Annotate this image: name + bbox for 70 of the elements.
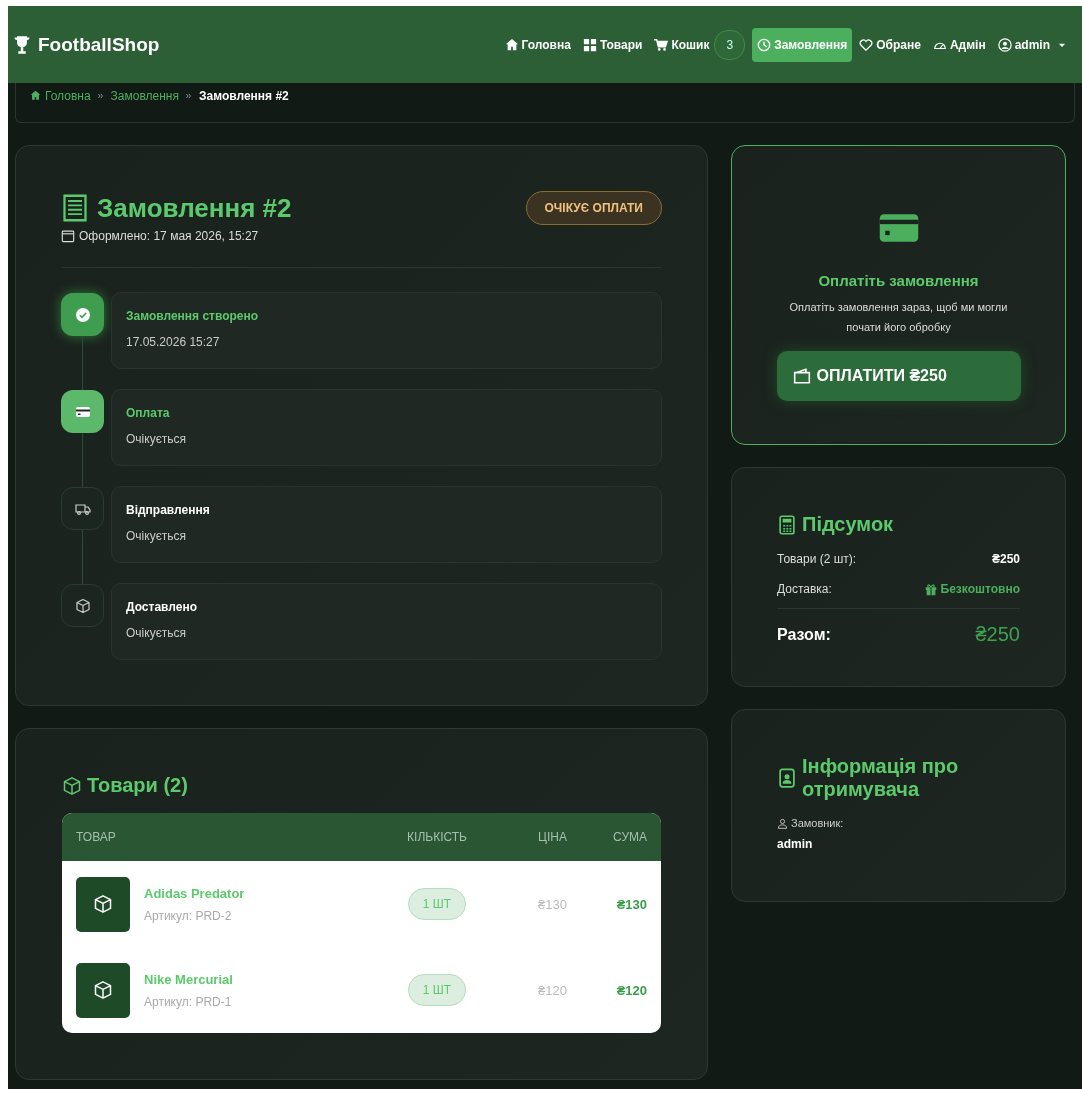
order-title: Замовлення #2 [61,192,292,224]
breadcrumb-link[interactable]: Замовлення [110,88,179,103]
nav-link[interactable]: Кошик 3 [649,19,751,70]
nav-link[interactable]: Адмін [927,27,991,62]
nav-link[interactable]: Обране [854,27,926,62]
chevron-icon [184,91,193,100]
check-icon [74,306,91,323]
nav-link[interactable]: Товари [577,27,648,62]
total-label: Разом: [777,625,831,644]
house-icon [30,90,41,101]
breadcrumb-current: Замовлення #2 [198,88,289,103]
person-icon [777,817,788,829]
breadcrumb-link[interactable]: Головна [30,88,91,103]
gift-icon [923,582,938,596]
section-title: Підсумок [777,513,1020,536]
count-badge: 3 [714,29,746,60]
sum-cell-text: ₴130 [615,896,647,912]
column-header: СУМА [612,830,647,844]
box-icon [74,597,91,614]
clock-icon [757,37,772,52]
step-title: Замовлення створено [126,309,260,323]
receipt-icon [61,194,89,222]
grid-icon [582,37,597,52]
product-sku: Артикул: PRD-2 [144,908,233,923]
section-title: Товари (2) [62,774,661,797]
column-header: ЦІНА [537,830,567,844]
price-cell-text: ₴130 [537,896,567,912]
box-icon [62,775,82,796]
nav-link[interactable]: admin [992,27,1072,62]
nav-link[interactable]: Головна [499,27,576,62]
house-icon [504,37,519,52]
quantity-badge: 1 ШТ [407,888,467,920]
id-badge-icon [777,768,797,788]
calculator-icon [777,514,797,535]
heart-icon [859,37,874,52]
quantity-badge: 1 ШТ [407,974,467,1006]
pay-button[interactable]: ОПЛАТИТИ ₴250 [776,351,1021,401]
box-icon [93,894,113,914]
summary-label: Товари (2 шт): [777,552,857,566]
step-title: Відправлення [126,503,211,517]
step-detail: Очікується [126,529,187,543]
order-date: Оформлено: 17 мая 2026, 15:27 [61,229,662,243]
status-badge: ОЧІКУЄ ОПЛАТИ [525,191,662,225]
calendar-icon [61,229,75,243]
brand-link[interactable]: FootballShop [12,33,160,56]
summary-label: Доставка: [777,582,832,596]
total-value: ₴250 [975,623,1020,646]
user-icon [997,37,1012,52]
sum-cell-text: ₴120 [615,982,647,998]
cart-icon [654,37,669,52]
step-title: Доставлено [126,600,199,614]
price-cell-text: ₴120 [537,982,567,998]
trophy-icon [12,34,32,55]
section-title: Інформація про отримувача [777,755,1020,801]
recipient-name: admin [777,837,814,851]
step-detail: 17.05.2026 15:27 [126,335,221,349]
payment-text: Оплатіть замовлення зараз, щоб ми могли почати його обробку [788,300,1009,335]
step-detail: Очікується [126,432,187,446]
recipient-label: Замовник: [777,817,1020,829]
step-title: Оплата [126,406,171,420]
chevron-icon [96,91,105,100]
payment-title: Оплатіть замовлення [818,272,979,289]
summary-value: ₴250 [991,552,1020,566]
column-header: КІЛЬКІСТЬ [406,830,468,844]
product-sku: Артикул: PRD-1 [144,994,233,1009]
summary-value: Безкоштовно [923,582,1020,596]
column-header: ТОВАР [76,830,117,844]
box-icon [93,980,113,1000]
step-detail: Очікується [126,626,187,640]
wallet-icon [792,367,811,385]
